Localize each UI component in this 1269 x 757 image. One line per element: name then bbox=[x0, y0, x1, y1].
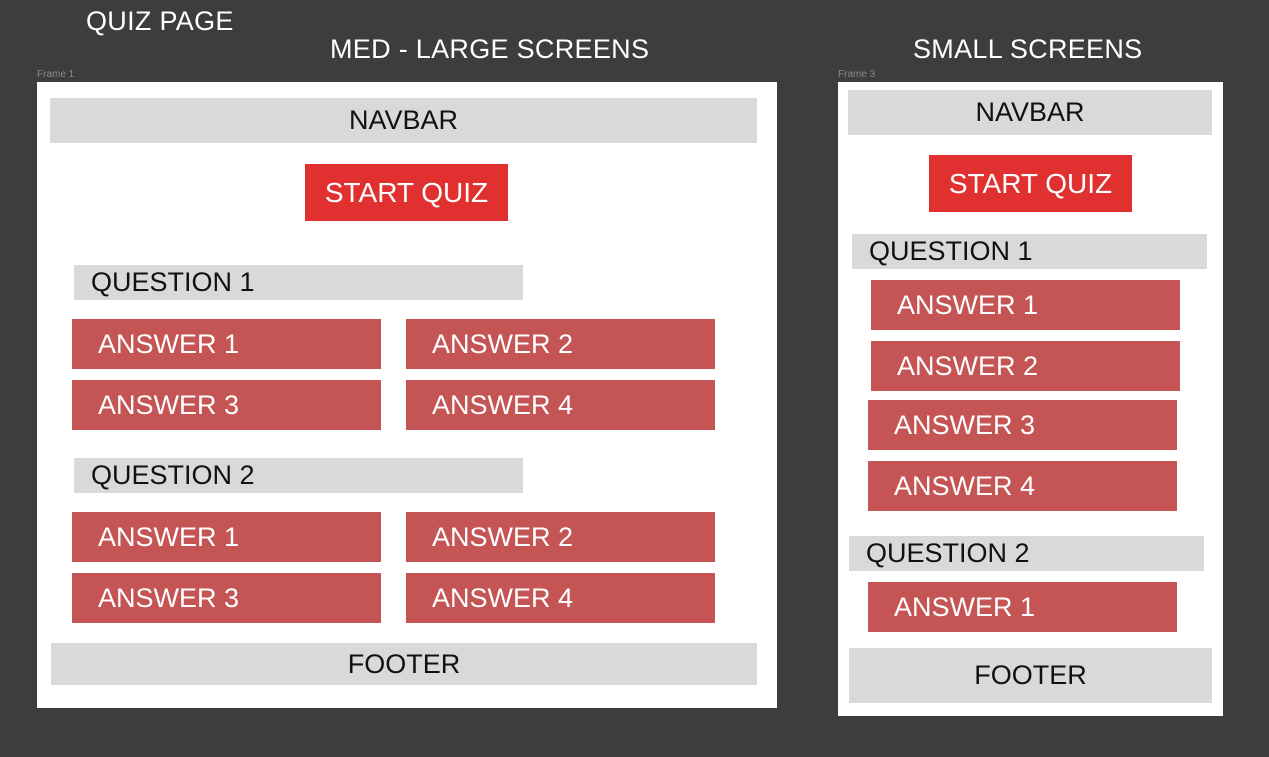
frame-3-label: Frame 3 bbox=[838, 69, 876, 80]
large-q2-answer-1-button[interactable]: ANSWER 1 bbox=[72, 512, 381, 562]
small-start-quiz-button[interactable]: START QUIZ bbox=[929, 155, 1132, 212]
small-question-1: QUESTION 1 bbox=[852, 234, 1207, 269]
large-question-2: QUESTION 2 bbox=[74, 458, 523, 493]
large-screens-heading: MED - LARGE SCREENS bbox=[330, 34, 650, 64]
small-screens-heading: SMALL SCREENS bbox=[913, 34, 1143, 64]
small-q1-answer-1-button[interactable]: ANSWER 1 bbox=[871, 280, 1180, 330]
large-question-1: QUESTION 1 bbox=[74, 265, 523, 300]
large-q1-answer-3-button[interactable]: ANSWER 3 bbox=[72, 380, 381, 430]
frame-1-label: Frame 1 bbox=[37, 69, 75, 80]
small-footer: FOOTER bbox=[849, 648, 1212, 703]
large-q1-answer-2-button[interactable]: ANSWER 2 bbox=[406, 319, 715, 369]
large-navbar: NAVBAR bbox=[50, 98, 757, 143]
large-q2-answer-3-button[interactable]: ANSWER 3 bbox=[72, 573, 381, 623]
page-title: QUIZ PAGE bbox=[86, 6, 234, 36]
large-start-quiz-button[interactable]: START QUIZ bbox=[305, 164, 508, 221]
large-q2-answer-2-button[interactable]: ANSWER 2 bbox=[406, 512, 715, 562]
small-q1-answer-3-button[interactable]: ANSWER 3 bbox=[868, 400, 1177, 450]
small-q2-answer-1-button[interactable]: ANSWER 1 bbox=[868, 582, 1177, 632]
large-footer: FOOTER bbox=[51, 643, 757, 685]
large-q1-answer-4-button[interactable]: ANSWER 4 bbox=[406, 380, 715, 430]
small-navbar: NAVBAR bbox=[848, 90, 1212, 135]
small-q1-answer-2-button[interactable]: ANSWER 2 bbox=[871, 341, 1180, 391]
small-question-2: QUESTION 2 bbox=[849, 536, 1204, 571]
large-q1-answer-1-button[interactable]: ANSWER 1 bbox=[72, 319, 381, 369]
large-q2-answer-4-button[interactable]: ANSWER 4 bbox=[406, 573, 715, 623]
small-q1-answer-4-button[interactable]: ANSWER 4 bbox=[868, 461, 1177, 511]
